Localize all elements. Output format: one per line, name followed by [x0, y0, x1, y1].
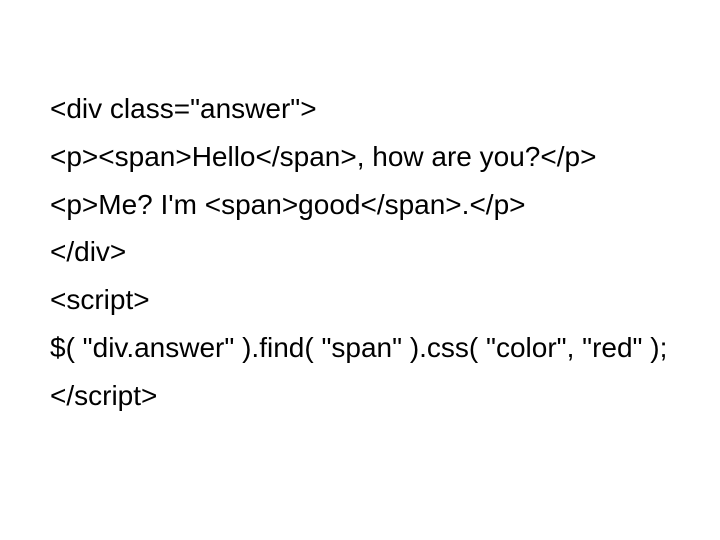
code-line-2: <p><span>Hello</span>, how are you?</p> — [50, 138, 670, 176]
code-line-6: $( "div.answer" ).find( "span" ).css( "c… — [50, 329, 670, 367]
code-line-4: </div> — [50, 233, 670, 271]
code-slide: <div class="answer"> <p><span>Hello</spa… — [0, 0, 720, 540]
code-line-1: <div class="answer"> — [50, 90, 670, 128]
code-line-5: <script> — [50, 281, 670, 319]
code-line-3: <p>Me? I'm <span>good</span>.</p> — [50, 186, 670, 224]
code-line-7: </script> — [50, 377, 670, 415]
